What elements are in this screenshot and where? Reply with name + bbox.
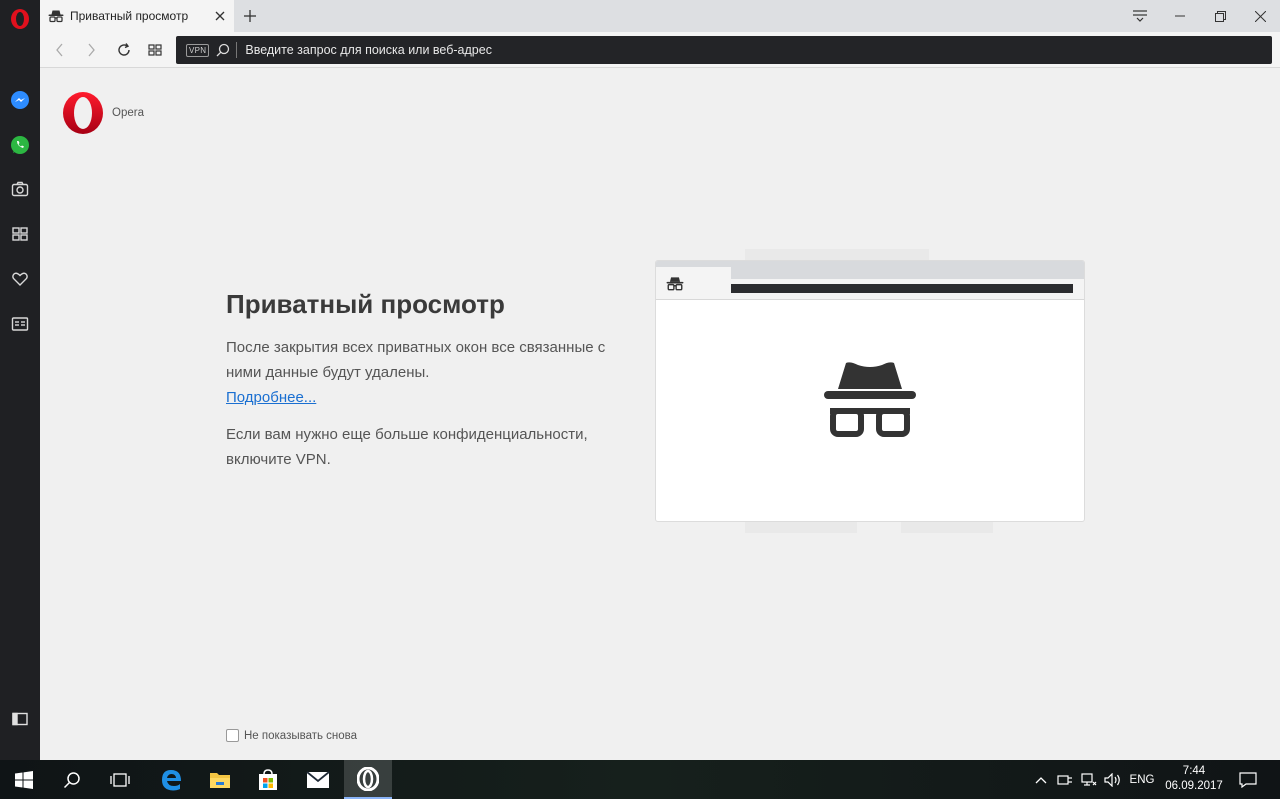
easy-setup-button[interactable] (1120, 0, 1160, 32)
opera-menu-button[interactable] (6, 5, 34, 33)
whatsapp-icon (11, 136, 29, 154)
clock-date: 06.09.2017 (1165, 780, 1223, 792)
chevron-left-icon (56, 43, 63, 57)
opera-logo (63, 92, 103, 134)
restore-button[interactable] (1200, 0, 1240, 32)
vpn-badge[interactable]: VPN (186, 43, 210, 57)
dont-show-again-option[interactable]: Не показывать снова (226, 729, 357, 742)
reload-icon (118, 43, 130, 56)
notification-icon (1239, 771, 1257, 788)
address-separator (236, 42, 238, 58)
volume-icon (1104, 772, 1120, 787)
tab-close-button[interactable] (212, 8, 228, 24)
close-icon (215, 11, 225, 21)
forward-button[interactable] (81, 40, 101, 60)
search-icon (63, 771, 80, 788)
tab-title: Приватный просмотр (70, 9, 189, 23)
address-bar: VPN (176, 36, 1272, 64)
reload-button[interactable] (114, 40, 134, 60)
illustration-toolbar (731, 279, 1084, 299)
bookmarks-button[interactable] (6, 265, 34, 293)
clock-time: 7:44 (1182, 765, 1206, 777)
address-input[interactable] (245, 43, 1146, 57)
news-icon (11, 317, 29, 331)
action-center-button[interactable] (1236, 760, 1260, 799)
speed-dial-button[interactable] (6, 220, 34, 248)
snapshot-button[interactable] (6, 175, 34, 203)
title-bar: Приватный просмотр (40, 0, 1280, 32)
easy-setup-icon (1133, 10, 1147, 22)
chevron-right-icon (88, 43, 95, 57)
language-indicator[interactable]: ENG (1126, 760, 1158, 799)
power-tray-button[interactable] (1054, 760, 1076, 799)
incognito-illustration (655, 249, 1085, 539)
mail-button[interactable] (294, 760, 342, 799)
opera-icon (357, 766, 379, 791)
incognito-icon (48, 10, 64, 23)
vpn-paragraph: Если вам нужно еще больше конфиденциальн… (226, 426, 588, 468)
close-window-button[interactable] (1240, 0, 1280, 32)
whatsapp-button[interactable] (6, 131, 34, 159)
file-explorer-button[interactable] (196, 760, 244, 799)
clock[interactable]: 7:44 06.09.2017 (1158, 764, 1230, 794)
new-tab-button[interactable] (240, 6, 260, 26)
messenger-button[interactable] (6, 86, 34, 114)
tab-private-browsing[interactable]: Приватный просмотр (40, 0, 234, 32)
toolbar: VPN (40, 32, 1280, 68)
dont-show-again-checkbox[interactable] (226, 729, 239, 742)
sidebar-toggle-icon (12, 712, 28, 726)
grid-icon (12, 227, 28, 241)
incognito-icon (824, 362, 916, 437)
incognito-icon (666, 276, 684, 290)
restore-icon (1214, 10, 1226, 22)
page-heading: Приватный просмотр (226, 289, 505, 319)
store-icon (259, 768, 277, 790)
show-hidden-icons-button[interactable] (1030, 760, 1052, 799)
start-button[interactable] (0, 760, 48, 799)
messenger-icon (11, 91, 29, 109)
edge-button[interactable] (147, 760, 195, 799)
windows-start-icon (15, 770, 33, 789)
sidebar (0, 0, 40, 760)
windows-taskbar: ENG 7:44 06.09.2017 (0, 760, 1280, 799)
edge-icon (162, 769, 181, 790)
store-button[interactable] (244, 760, 292, 799)
file-explorer-icon (210, 772, 230, 788)
volume-tray-button[interactable] (1102, 760, 1124, 799)
opera-taskbar-button[interactable] (344, 760, 392, 799)
dont-show-again-label: Не показывать снова (244, 729, 358, 742)
task-view-button[interactable] (96, 760, 144, 799)
network-icon (1081, 772, 1097, 786)
toggle-sidebar-button[interactable] (6, 705, 34, 733)
chevron-up-icon (1035, 776, 1047, 783)
speed-dial-toolbar-button[interactable] (145, 40, 165, 60)
illustration-shadow (901, 521, 993, 533)
search-button[interactable] (48, 760, 96, 799)
opera-logo-icon (11, 9, 29, 29)
illustration-divider (656, 299, 1084, 300)
minimize-icon (1175, 15, 1185, 17)
illustration-shadow (745, 521, 857, 533)
info-paragraph: После закрытия всех приватных окон все с… (226, 339, 606, 381)
close-icon (1254, 10, 1266, 22)
illustration-browser-window (655, 260, 1085, 522)
heart-icon (12, 272, 28, 286)
plus-icon (244, 10, 256, 22)
task-view-icon (110, 772, 130, 787)
back-button[interactable] (50, 40, 70, 60)
camera-icon (11, 181, 29, 197)
grid-icon (148, 44, 162, 56)
news-button[interactable] (6, 310, 34, 338)
private-browsing-page: Opera Приватный просмотр После закрытия … (40, 69, 1280, 760)
illustration-tab (656, 267, 731, 299)
network-tray-button[interactable] (1078, 760, 1100, 799)
search-icon (215, 42, 231, 58)
mail-icon (306, 770, 330, 788)
power-plug-icon (1057, 774, 1072, 785)
learn-more-link[interactable]: Подробнее... (226, 385, 316, 410)
minimize-button[interactable] (1160, 0, 1200, 32)
illustration-address-bar (731, 284, 1073, 293)
opera-logo-label: Opera (112, 107, 144, 119)
